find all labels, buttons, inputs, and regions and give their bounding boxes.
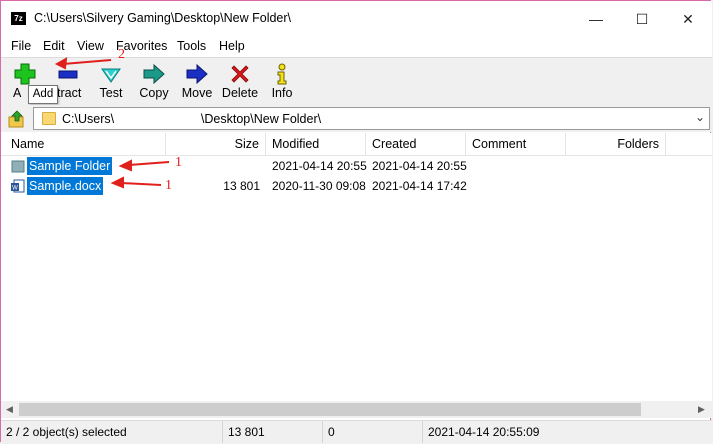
menu-file[interactable]: File — [11, 39, 31, 53]
col-size[interactable]: Size — [166, 133, 266, 155]
app-window: 7z C:\Users\Silvery Gaming\Desktop\New F… — [0, 0, 712, 443]
annotation-label-2: 2 — [118, 47, 125, 62]
status-packed: 0 — [323, 421, 423, 443]
title-bar: 7z C:\Users\Silvery Gaming\Desktop\New F… — [1, 1, 712, 37]
scroll-left-icon[interactable]: ◀ — [1, 401, 18, 418]
menu-edit[interactable]: Edit — [43, 39, 65, 53]
window-title: C:\Users\Silvery Gaming\Desktop\New Fold… — [34, 11, 292, 25]
copy-label: Copy — [139, 86, 169, 100]
delete-label: Delete — [221, 86, 259, 100]
horizontal-scrollbar[interactable]: ◀ ▶ — [1, 401, 712, 418]
file-list[interactable]: Name Size Modified Created Comment Folde… — [1, 133, 712, 401]
menu-view[interactable]: View — [77, 39, 104, 53]
move-label: Move — [181, 86, 213, 100]
delete-x-icon — [231, 65, 249, 83]
svg-text:W: W — [12, 186, 18, 192]
menu-bar: File Edit View Favorites Tools Help — [1, 37, 712, 57]
copy-arrow-icon — [143, 63, 165, 85]
row-modified: 2021-04-14 20:55 — [272, 159, 367, 173]
info-icon — [277, 63, 287, 85]
test-label: Test — [99, 86, 123, 100]
minus-icon — [58, 70, 78, 79]
menu-help[interactable]: Help — [219, 39, 245, 53]
col-folders[interactable]: Folders — [566, 133, 666, 155]
move-arrow-icon — [186, 63, 208, 85]
address-input[interactable]: C:\Users\ \Desktop\New Folder\ ⌄ — [33, 107, 710, 130]
menu-tools[interactable]: Tools — [177, 39, 206, 53]
status-size: 13 801 — [223, 421, 323, 443]
table-row[interactable]: W Sample.docx 13 801 2020-11-30 09:08 20… — [1, 176, 712, 196]
row-name: Sample.docx — [25, 176, 105, 196]
maximize-button[interactable]: ☐ — [619, 1, 665, 37]
scroll-right-icon[interactable]: ▶ — [693, 401, 710, 418]
word-document-icon: W — [11, 179, 25, 193]
minimize-button[interactable]: — — [573, 1, 619, 37]
add-label: A — [13, 86, 22, 100]
folder-up-icon[interactable] — [7, 109, 27, 129]
test-button[interactable]: Test — [93, 58, 129, 104]
col-name[interactable]: Name — [5, 133, 166, 155]
folder-icon — [42, 112, 56, 125]
folder-icon — [11, 160, 25, 173]
row-size: 13 801 — [223, 179, 260, 193]
list-header: Name Size Modified Created Comment Folde… — [1, 133, 712, 156]
app-7zip-icon: 7z — [11, 12, 26, 25]
col-created[interactable]: Created — [366, 133, 466, 155]
row-created: 2021-04-14 20:55 — [372, 159, 467, 173]
info-button[interactable]: Info — [267, 58, 297, 104]
copy-button[interactable]: Copy — [135, 58, 173, 104]
extract-label: tract — [57, 86, 82, 100]
move-button[interactable]: Move — [179, 58, 215, 104]
address-path: C:\Users\ \Desktop\New Folder\ — [62, 112, 322, 126]
col-modified[interactable]: Modified — [266, 133, 366, 155]
row-created: 2021-04-14 17:42 — [372, 179, 467, 193]
close-window-button[interactable]: ✕ — [665, 1, 711, 37]
add-tooltip: Add — [28, 85, 58, 104]
scrollbar-thumb[interactable] — [19, 403, 641, 416]
address-bar: C:\Users\ \Desktop\New Folder\ ⌄ — [1, 105, 712, 132]
col-comment[interactable]: Comment — [466, 133, 566, 155]
annotation-label-1: 1 — [165, 178, 172, 193]
status-bar: 2 / 2 object(s) selected 13 801 0 2021-0… — [1, 420, 712, 443]
check-icon — [101, 68, 121, 83]
table-row[interactable]: Sample Folder 2021-04-14 20:55 2021-04-1… — [1, 156, 712, 176]
info-label: Info — [271, 86, 293, 100]
delete-button[interactable]: Delete — [221, 58, 259, 104]
annotation-label-1: 1 — [175, 155, 182, 170]
row-modified: 2020-11-30 09:08 — [272, 179, 366, 193]
chevron-down-icon[interactable]: ⌄ — [695, 110, 705, 124]
status-selected: 2 / 2 object(s) selected — [1, 421, 223, 443]
toolbar: A tract Test Copy Move Delete Info — [1, 57, 712, 106]
status-datetime: 2021-04-14 20:55:09 — [428, 425, 540, 439]
row-name: Sample Folder — [25, 156, 114, 176]
plus-icon — [14, 63, 36, 85]
